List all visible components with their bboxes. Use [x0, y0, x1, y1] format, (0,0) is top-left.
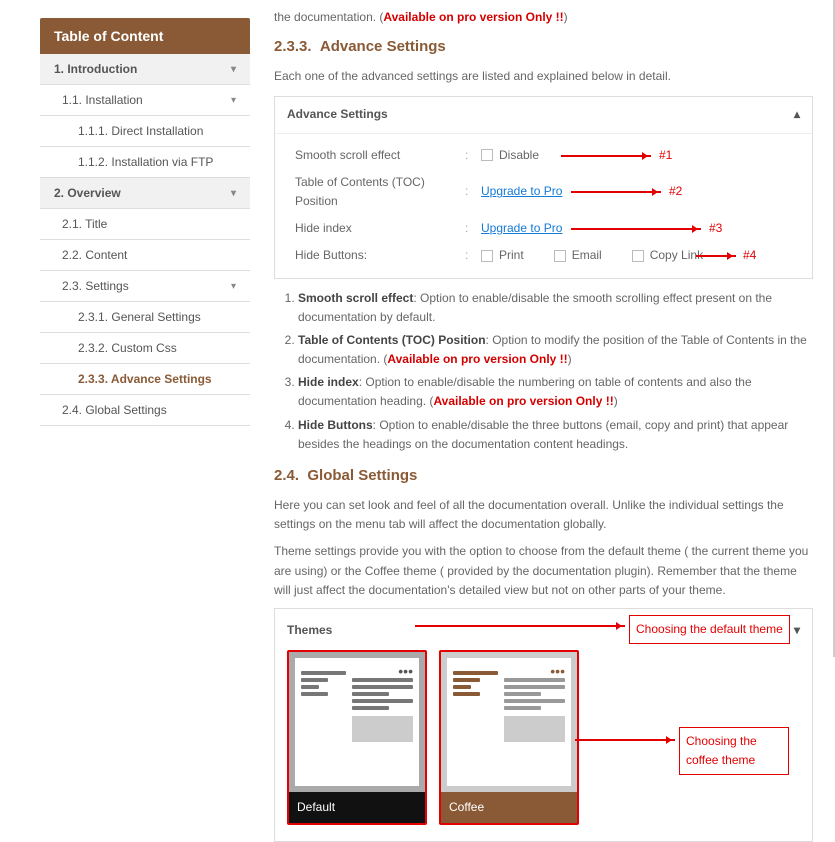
collapse-icon[interactable]: ▾: [794, 621, 800, 640]
chevron-down-icon[interactable]: ▾: [231, 281, 236, 292]
toc-item[interactable]: 2.1. Title: [40, 209, 250, 240]
p-24-2: Theme settings provide you with the opti…: [274, 542, 813, 600]
top-fragment: the documentation. (Available on pro ver…: [274, 8, 813, 27]
toc-item[interactable]: 2.3.1. General Settings: [40, 302, 250, 333]
toc-item[interactable]: 1.1.1. Direct Installation: [40, 116, 250, 147]
tag-2: #2: [669, 182, 682, 201]
annotation-coffee: Choosing the coffee theme: [679, 727, 789, 775]
link-upgrade-pro[interactable]: Upgrade to Pro: [481, 219, 562, 238]
chevron-down-icon[interactable]: ▾: [231, 188, 236, 199]
main-content: the documentation. (Available on pro ver…: [250, 0, 833, 657]
annotation-default: Choosing the default theme: [629, 615, 790, 644]
toc-item[interactable]: 2.2. Content: [40, 240, 250, 271]
arrow-icon: [415, 625, 625, 627]
chevron-down-icon[interactable]: ▾: [231, 64, 236, 75]
theme-name-default: Default: [289, 792, 425, 823]
themes-title: Themes: [287, 621, 332, 640]
toc-item[interactable]: 2.4. Global Settings: [40, 395, 250, 426]
menu-dots-icon: •••: [504, 668, 565, 674]
pro-note: Available on pro version Only !!: [383, 10, 563, 24]
toc-sidebar: Table of Content 1. Introduction▾1.1. In…: [40, 18, 250, 657]
arrow-icon: [571, 228, 701, 230]
note-item: Table of Contents (TOC) Position: Option…: [298, 331, 813, 369]
toc-item[interactable]: 2.3.2. Custom Css: [40, 333, 250, 364]
toc-item[interactable]: 1.1. Installation▾: [40, 85, 250, 116]
row-smooth-scroll: Smooth scroll effect : Disable #1: [295, 142, 808, 169]
note-item: Hide Buttons: Option to enable/disable t…: [298, 416, 813, 454]
link-upgrade-pro[interactable]: Upgrade to Pro: [481, 182, 562, 201]
arrow-icon: [575, 739, 675, 741]
section-title-24: 2.4. Global Settings: [274, 464, 813, 488]
menu-dots-icon: •••: [352, 668, 413, 674]
toc-item[interactable]: 1.1.2. Installation via FTP: [40, 147, 250, 178]
toc-item[interactable]: 2.3.3. Advance Settings: [40, 364, 250, 395]
arrow-icon: [561, 155, 651, 157]
checkbox-print[interactable]: [481, 250, 493, 262]
notes-list: Smooth scroll effect: Option to enable/d…: [298, 289, 813, 455]
chevron-down-icon[interactable]: ▾: [231, 95, 236, 106]
tag-4: #4: [743, 246, 756, 265]
advance-settings-panel: Advance Settings ▴ Smooth scroll effect …: [274, 96, 813, 278]
note-item: Hide index: Option to enable/disable the…: [298, 373, 813, 411]
arrow-icon: [696, 255, 736, 257]
theme-card-default[interactable]: ••• Default: [287, 650, 427, 825]
panel-header[interactable]: Advance Settings ▴: [275, 97, 812, 133]
arrow-icon: [571, 191, 661, 193]
checkbox-disable[interactable]: [481, 149, 493, 161]
row-toc-position: Table of Contents (TOC) Position : Upgra…: [295, 169, 808, 215]
tag-3: #3: [709, 219, 722, 238]
note-item: Smooth scroll effect: Option to enable/d…: [298, 289, 813, 327]
theme-card-coffee[interactable]: ••• Coffee: [439, 650, 579, 825]
p-24-1: Here you can set look and feel of all th…: [274, 496, 813, 534]
section-title-233: 2.3.3. Advance Settings: [274, 35, 813, 59]
checkbox-copylink[interactable]: [632, 250, 644, 262]
intro-233: Each one of the advanced settings are li…: [274, 67, 813, 86]
checkbox-email[interactable]: [554, 250, 566, 262]
toc-item[interactable]: 2.3. Settings▾: [40, 271, 250, 302]
toc-item[interactable]: 2. Overview▾: [40, 178, 250, 209]
theme-name-coffee: Coffee: [441, 792, 577, 823]
collapse-icon[interactable]: ▴: [794, 105, 800, 124]
toc-item[interactable]: 1. Introduction▾: [40, 54, 250, 85]
row-hide-index: Hide index : Upgrade to Pro #3: [295, 215, 808, 242]
row-hide-buttons: Hide Buttons: : Print Email Copy Link #4: [295, 242, 808, 269]
toc-header: Table of Content: [40, 18, 250, 54]
tag-1: #1: [659, 146, 672, 165]
themes-panel: Themes ▾ Choosing the default theme ••• …: [274, 608, 813, 842]
